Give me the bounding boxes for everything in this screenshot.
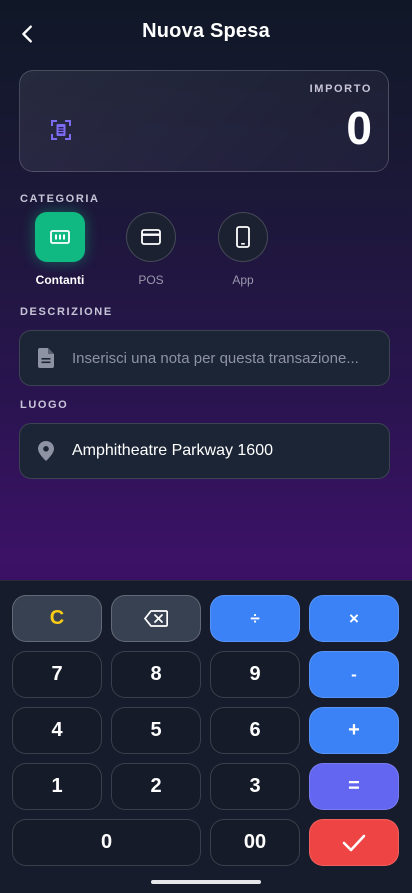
category-app-button[interactable] bbox=[218, 212, 268, 262]
category-item-pos[interactable]: POS bbox=[121, 212, 181, 287]
receipt-scan-icon[interactable] bbox=[50, 119, 72, 141]
location-input[interactable] bbox=[72, 442, 372, 460]
amount-value: 0 bbox=[346, 102, 372, 154]
page-title: Nuova Spesa bbox=[142, 20, 270, 42]
location-pin-icon bbox=[20, 441, 72, 461]
digit-2-key[interactable]: 2 bbox=[111, 763, 201, 810]
confirm-key[interactable] bbox=[309, 819, 399, 866]
amount-label: IMPORTO bbox=[309, 83, 372, 95]
double-zero-key[interactable]: 00 bbox=[210, 819, 300, 866]
backspace-icon bbox=[144, 610, 168, 627]
app-header: Nuova Spesa bbox=[0, 0, 412, 66]
backspace-key[interactable] bbox=[111, 595, 201, 642]
category-item-app[interactable]: App bbox=[213, 212, 273, 287]
digit-6-key[interactable]: 6 bbox=[210, 707, 300, 754]
category-item-cash[interactable]: Contanti bbox=[30, 212, 90, 287]
calculator-keypad: C ÷ × 7 8 9 - 4 5 6 + 1 2 3 = 0 00 bbox=[0, 580, 412, 893]
digit-7-key[interactable]: 7 bbox=[12, 651, 102, 698]
minus-key[interactable]: - bbox=[309, 651, 399, 698]
digit-0-key[interactable]: 0 bbox=[12, 819, 201, 866]
digit-4-key[interactable]: 4 bbox=[12, 707, 102, 754]
checkmark-icon bbox=[342, 834, 366, 851]
location-label: LUOGO bbox=[20, 399, 69, 411]
digit-5-key[interactable]: 5 bbox=[111, 707, 201, 754]
credit-card-icon bbox=[141, 229, 161, 245]
category-pos-button[interactable] bbox=[126, 212, 176, 262]
category-cash-label: Contanti bbox=[35, 273, 85, 287]
cash-icon bbox=[50, 230, 70, 244]
location-field[interactable] bbox=[19, 423, 390, 479]
description-field[interactable] bbox=[19, 330, 390, 386]
clear-key[interactable]: C bbox=[12, 595, 102, 642]
category-label: CATEGORIA bbox=[20, 193, 100, 205]
category-app-label: App bbox=[232, 273, 254, 287]
multiply-key[interactable]: × bbox=[309, 595, 399, 642]
description-label: DESCRIZIONE bbox=[20, 306, 113, 318]
plus-key[interactable]: + bbox=[309, 707, 399, 754]
equals-key[interactable]: = bbox=[309, 763, 399, 810]
divide-key[interactable]: ÷ bbox=[210, 595, 300, 642]
digit-9-key[interactable]: 9 bbox=[210, 651, 300, 698]
amount-card[interactable]: IMPORTO 0 bbox=[19, 70, 389, 172]
digit-1-key[interactable]: 1 bbox=[12, 763, 102, 810]
home-indicator[interactable] bbox=[151, 880, 261, 884]
digit-8-key[interactable]: 8 bbox=[111, 651, 201, 698]
smartphone-icon bbox=[236, 226, 250, 248]
document-icon bbox=[20, 348, 72, 368]
category-pos-label: POS bbox=[138, 273, 164, 287]
description-input[interactable] bbox=[72, 349, 372, 367]
digit-3-key[interactable]: 3 bbox=[210, 763, 300, 810]
category-cash-button[interactable] bbox=[35, 212, 85, 262]
